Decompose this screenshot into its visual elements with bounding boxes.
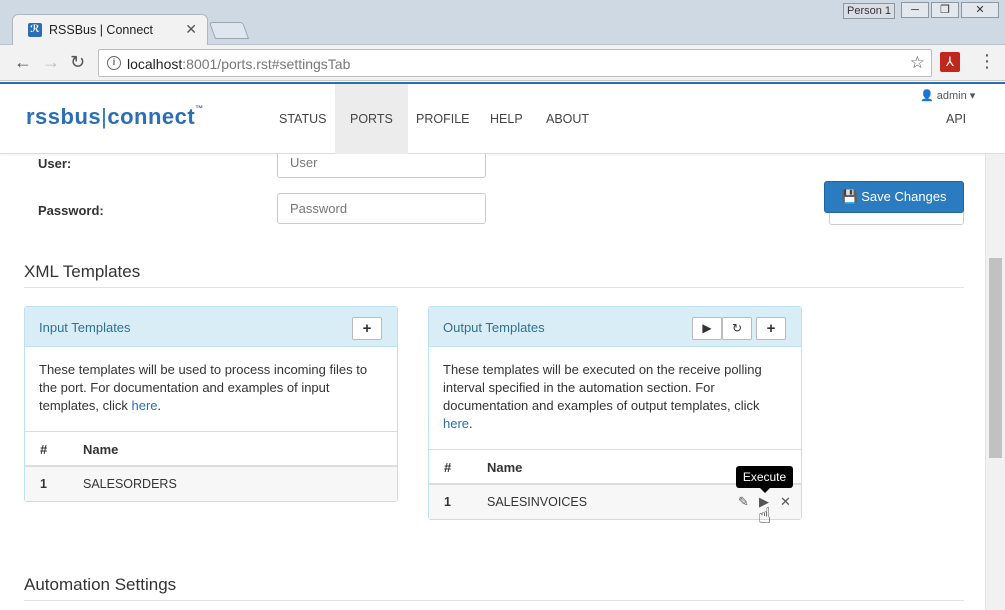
rssbus-favicon-icon: ℛ	[28, 23, 42, 37]
page-scrollbar[interactable]	[985, 154, 1005, 610]
password-input[interactable]	[277, 193, 486, 224]
nav-help[interactable]: HELP	[475, 84, 538, 154]
divider	[24, 287, 964, 288]
panel-heading: Output Templates ▶ ↻ +	[429, 307, 801, 347]
scrollbar-thumb[interactable]	[989, 258, 1002, 458]
panel-title: Input Templates	[39, 320, 131, 335]
execute-all-button[interactable]: ▶	[692, 317, 722, 340]
close-icon[interactable]: ✕	[185, 21, 197, 38]
user-menu[interactable]: 👤 admin ▾	[920, 89, 975, 102]
save-changes-button[interactable]: 💾 Save Changes	[824, 181, 964, 213]
tab-title: RSSBus | Connect	[49, 23, 153, 37]
play-icon: ▶	[702, 321, 712, 335]
app-header: rssbus|connect™ STATUS PORTS PROFILE HEL…	[0, 82, 1005, 154]
user-label: User:	[38, 156, 72, 171]
plus-icon: +	[766, 320, 776, 337]
minimize-icon[interactable]: ─	[901, 2, 929, 18]
nav-status[interactable]: STATUS	[264, 84, 341, 154]
table-row[interactable]: 1 SALESINVOICES ✎ ▶ ✕	[429, 485, 801, 519]
refresh-button[interactable]: ↻	[722, 317, 752, 340]
bookmark-star-icon[interactable]: ☆	[910, 53, 925, 73]
nav-ports[interactable]: PORTS	[335, 84, 408, 154]
execute-tooltip: Execute	[736, 466, 793, 493]
plus-icon: +	[362, 320, 372, 337]
browser-tab[interactable]: ℛ RSSBus | Connect ✕	[12, 14, 208, 45]
add-output-template-button[interactable]: +	[756, 317, 786, 340]
add-input-template-button[interactable]: +	[352, 317, 382, 340]
rssbus-connect-logo[interactable]: rssbus|connect™	[26, 104, 204, 130]
pdf-extension-icon[interactable]: ⅄	[940, 52, 960, 72]
profile-badge[interactable]: Person 1	[843, 3, 895, 19]
url-text[interactable]: localhost:8001/ports.rst#settingsTab	[127, 56, 350, 72]
nav-about[interactable]: ABOUT	[531, 84, 604, 154]
user-input[interactable]	[277, 154, 486, 178]
panel-heading: Input Templates +	[25, 307, 397, 347]
back-arrow-icon[interactable]: ←	[14, 52, 32, 73]
address-bar[interactable]: i localhost:8001/ports.rst#settingsTab ☆	[98, 49, 932, 77]
browser-titlebar: ℛ RSSBus | Connect ✕ Person 1 ─ ❐ ✕	[0, 0, 1005, 45]
page-content: User: Password: 💾 Save Changes XML Templ…	[0, 154, 985, 610]
table-header: # Name	[25, 431, 397, 467]
edit-icon[interactable]: ✎	[738, 494, 749, 510]
new-tab-button[interactable]	[208, 22, 250, 39]
window-close-icon[interactable]: ✕	[961, 2, 999, 18]
panel-title: Output Templates	[443, 320, 545, 335]
documentation-link[interactable]: here	[443, 416, 469, 431]
panel-description: These templates will be used to process …	[39, 362, 368, 413]
divider	[24, 600, 964, 601]
hand-cursor-icon: ☝	[758, 503, 772, 528]
nav-profile[interactable]: PROFILE	[401, 84, 485, 154]
save-floppy-icon: 💾	[841, 189, 858, 204]
table-row[interactable]: 1 SALESORDERS	[25, 467, 397, 501]
browser-toolbar: ← → ↻ i localhost:8001/ports.rst#setting…	[0, 45, 1005, 81]
api-link[interactable]: API	[946, 112, 966, 126]
automation-settings-heading: Automation Settings	[24, 575, 177, 594]
user-icon: 👤	[920, 90, 934, 102]
reload-icon[interactable]: ↻	[70, 52, 85, 73]
xml-templates-heading: XML Templates	[24, 262, 141, 281]
input-templates-panel: Input Templates + These templates will b…	[24, 306, 398, 502]
refresh-icon: ↻	[731, 321, 743, 335]
documentation-link[interactable]: here	[131, 398, 157, 413]
delete-icon[interactable]: ✕	[780, 494, 791, 510]
forward-arrow-icon[interactable]: →	[42, 52, 60, 73]
panel-description: These templates will be executed on the …	[443, 362, 762, 431]
maximize-icon[interactable]: ❐	[931, 2, 959, 18]
password-label: Password:	[38, 203, 104, 218]
info-icon[interactable]: i	[107, 56, 121, 70]
caret-down-icon: ▾	[969, 90, 976, 102]
browser-menu-icon[interactable]: ⋮	[978, 51, 996, 72]
